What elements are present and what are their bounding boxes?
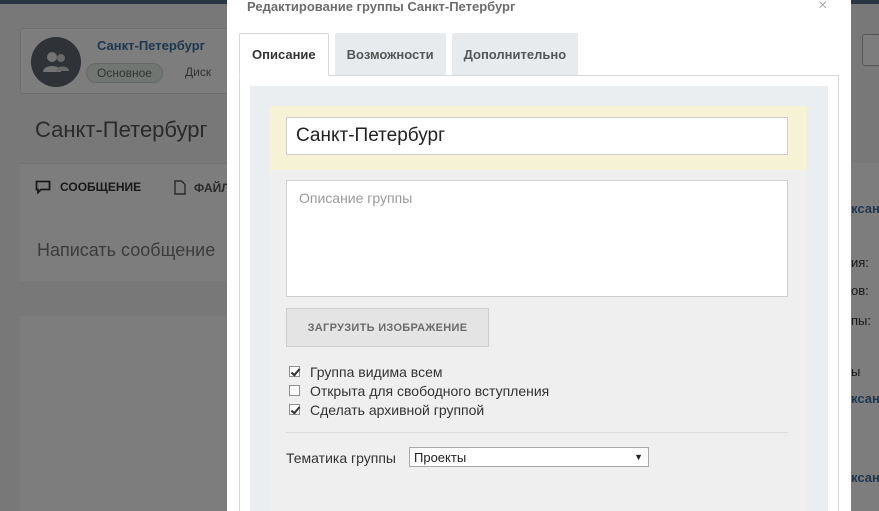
- name-strip: [269, 106, 807, 170]
- group-name-input[interactable]: [286, 117, 788, 155]
- edit-group-modal: Редактирование группы Санкт-Петербург × …: [227, 0, 851, 511]
- dropdown-arrow-icon: ▼: [634, 452, 643, 462]
- topic-selected-value: Проекты: [414, 449, 467, 465]
- upload-image-button[interactable]: ЗАГРУЗИТЬ ИЗОБРАЖЕНИЕ: [286, 308, 489, 347]
- form-divider: [286, 432, 788, 433]
- option-visible-to-all[interactable]: Группа видима всем: [289, 362, 549, 381]
- tab-additional[interactable]: Дополнительно: [451, 33, 579, 75]
- checkbox-unchecked[interactable]: [289, 385, 300, 396]
- group-options: Группа видима всем Открыта для свободног…: [289, 362, 549, 419]
- modal-tabs: Описание Возможности Дополнительно: [239, 33, 584, 76]
- tab-inner: ЗАГРУЗИТЬ ИЗОБРАЖЕНИЕ Группа видима всем…: [250, 86, 828, 511]
- tab-features[interactable]: Возможности: [334, 33, 446, 75]
- option-label: Открыта для свободного вступления: [310, 382, 550, 399]
- group-description-input[interactable]: [286, 180, 788, 297]
- topic-select[interactable]: Проекты ▼: [409, 447, 649, 467]
- checkbox-checked[interactable]: [289, 366, 300, 377]
- option-archive[interactable]: Сделать архивной группой: [289, 400, 549, 419]
- group-form: ЗАГРУЗИТЬ ИЗОБРАЖЕНИЕ Группа видима всем…: [269, 106, 807, 511]
- tab-content: ЗАГРУЗИТЬ ИЗОБРАЖЕНИЕ Группа видима всем…: [239, 75, 839, 511]
- option-label: Группа видима всем: [310, 363, 443, 380]
- topic-label: Тематика группы: [286, 450, 396, 466]
- close-icon[interactable]: ×: [818, 0, 827, 15]
- tab-description[interactable]: Описание: [239, 33, 329, 76]
- option-open-join[interactable]: Открыта для свободного вступления: [289, 381, 549, 400]
- checkbox-checked[interactable]: [289, 404, 300, 415]
- option-label: Сделать архивной группой: [310, 401, 485, 418]
- modal-title: Редактирование группы Санкт-Петербург: [247, 0, 516, 14]
